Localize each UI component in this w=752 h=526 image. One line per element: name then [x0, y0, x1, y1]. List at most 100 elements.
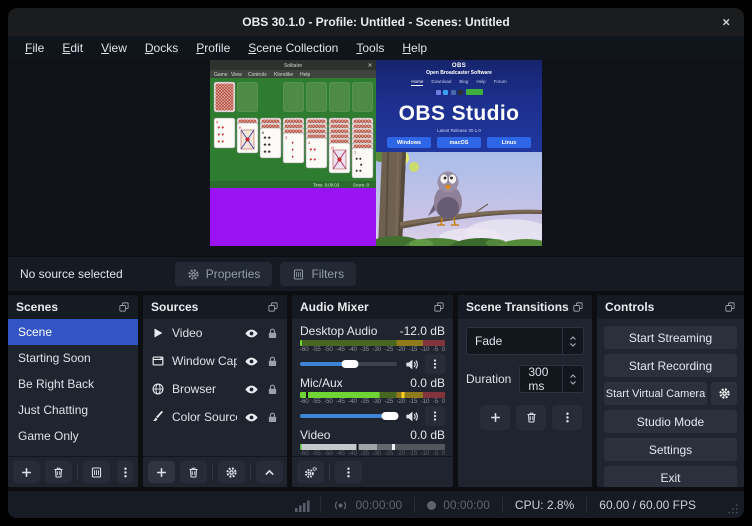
- popout-icon[interactable]: [433, 301, 445, 313]
- play-icon: [151, 326, 165, 340]
- stream-timer: 00:00:00: [321, 498, 414, 513]
- sources-panel: Sources Video Window CapturBrowserColor S…: [143, 295, 287, 487]
- duration-spinbox[interactable]: 300 ms: [519, 365, 584, 393]
- transition-menu-button[interactable]: [552, 405, 582, 430]
- settings-button[interactable]: Settings: [604, 438, 737, 461]
- menu-item-scene-collection[interactable]: Scene Collection: [239, 39, 347, 57]
- popout-icon[interactable]: [724, 301, 736, 313]
- speaker-icon[interactable]: [404, 409, 419, 424]
- record-timer: 00:00:00: [415, 498, 502, 512]
- remove-source-button[interactable]: [180, 461, 207, 483]
- slider-handle[interactable]: [382, 412, 399, 420]
- kebab-menu-icon: [119, 466, 132, 479]
- menu-item-profile[interactable]: Profile: [187, 39, 239, 57]
- solitaire-menu-view: View: [231, 72, 242, 78]
- social-icon-2: [443, 90, 448, 95]
- popout-icon[interactable]: [118, 301, 130, 313]
- filter-icon: [90, 466, 103, 479]
- preview-area[interactable]: Solitaire Game View Controls Klondike He…: [8, 59, 744, 256]
- remove-transition-button[interactable]: [516, 405, 546, 430]
- lock-icon[interactable]: [266, 327, 279, 340]
- properties-button[interactable]: Properties: [175, 262, 273, 286]
- remove-scene-button[interactable]: [45, 461, 72, 483]
- select-arrows[interactable]: [562, 328, 583, 354]
- virtual-camera-config-button[interactable]: [711, 382, 737, 405]
- eye-visibility-icon[interactable]: [244, 354, 259, 369]
- scene-item-game-only[interactable]: Game Only: [8, 423, 138, 449]
- studio-mode-button[interactable]: Studio Mode: [604, 410, 737, 433]
- solitaire-menu-game: Game: [214, 72, 228, 78]
- eye-visibility-icon[interactable]: [244, 382, 259, 397]
- scene-item-scene[interactable]: Scene: [8, 319, 138, 345]
- scene-item-just-chatting[interactable]: Just Chatting: [8, 397, 138, 423]
- menu-item-docks[interactable]: Docks: [136, 39, 187, 57]
- move-source-up-button[interactable]: [256, 461, 283, 483]
- source-item-browser[interactable]: Browser: [143, 375, 287, 403]
- exit-button[interactable]: Exit: [604, 466, 737, 487]
- scene-filters-button[interactable]: [83, 461, 110, 483]
- titlebar[interactable]: OBS 30.1.0 - Profile: Untitled - Scenes:…: [8, 8, 744, 36]
- start-streaming-button[interactable]: Start Streaming: [604, 326, 737, 349]
- scenes-header[interactable]: Scenes: [8, 295, 138, 319]
- start-recording-button[interactable]: Start Recording: [604, 354, 737, 377]
- solitaire-status-score: Score: 0: [353, 182, 370, 187]
- social-support-pill: [466, 89, 483, 95]
- menu-item-help[interactable]: Help: [393, 39, 436, 57]
- window-title: OBS 30.1.0 - Profile: Untitled - Scenes:…: [242, 15, 509, 29]
- spin-arrows[interactable]: [562, 366, 583, 392]
- resize-grip[interactable]: [727, 503, 739, 515]
- channel-menu-button[interactable]: [425, 354, 445, 374]
- filters-button[interactable]: Filters: [280, 262, 356, 286]
- controls-header[interactable]: Controls: [597, 295, 744, 319]
- record-time: 00:00:00: [443, 498, 490, 512]
- scene-item-starting-soon[interactable]: Starting Soon: [8, 345, 138, 371]
- eye-visibility-icon[interactable]: [244, 410, 259, 425]
- speaker-icon[interactable]: [404, 357, 419, 372]
- start-virtual-camera-button[interactable]: Start Virtual Camera: [604, 382, 707, 405]
- solitaire-menu-help: Help: [300, 72, 311, 78]
- lock-icon[interactable]: [266, 383, 279, 396]
- scenes-menu-button[interactable]: [117, 461, 133, 483]
- channel-menu-button[interactable]: [425, 406, 445, 426]
- no-source-selected-label: No source selected: [20, 267, 123, 281]
- mixer-menu-button[interactable]: [335, 461, 362, 483]
- source-properties-button[interactable]: [218, 461, 245, 483]
- lock-icon[interactable]: [266, 355, 279, 368]
- lock-icon[interactable]: [266, 411, 279, 424]
- close-button[interactable]: ×: [722, 16, 730, 29]
- add-scene-button[interactable]: [13, 461, 40, 483]
- source-item-window-captur[interactable]: Window Captur: [143, 347, 287, 375]
- scene-item-be-right-back[interactable]: Be Right Back: [8, 371, 138, 397]
- popout-icon[interactable]: [572, 301, 584, 313]
- transitions-header[interactable]: Scene Transitions: [458, 295, 592, 319]
- add-source-button[interactable]: [148, 461, 175, 483]
- source-label: Video: [172, 326, 237, 340]
- gear-icon: [718, 387, 731, 400]
- mixer-channel-mic-aux: Mic/Aux0.0 dB-60-55-50-45-40-35-30-25-20…: [300, 376, 445, 425]
- slider-handle[interactable]: [342, 360, 359, 368]
- divider: [212, 464, 213, 480]
- popout-icon[interactable]: [267, 301, 279, 313]
- advanced-audio-button[interactable]: [297, 461, 324, 483]
- divider: [77, 464, 78, 480]
- preview-canvas[interactable]: Solitaire Game View Controls Klondike He…: [210, 60, 542, 246]
- source-item-video[interactable]: Video: [143, 319, 287, 347]
- transition-select[interactable]: Fade: [466, 327, 584, 355]
- site-brand: OBS: [376, 63, 542, 69]
- volume-slider[interactable]: [300, 362, 397, 366]
- transitions-buttons: [466, 405, 584, 430]
- eye-visibility-icon[interactable]: [244, 326, 259, 341]
- channel-db-value: -12.0 dB: [400, 324, 445, 339]
- channel-name: Mic/Aux: [300, 376, 410, 391]
- add-transition-button[interactable]: [480, 405, 510, 430]
- mixer-header[interactable]: Audio Mixer: [292, 295, 453, 319]
- sources-header[interactable]: Sources: [143, 295, 287, 319]
- menu-item-view[interactable]: View: [92, 39, 136, 57]
- menu-item-file[interactable]: File: [16, 39, 53, 57]
- menu-item-edit[interactable]: Edit: [53, 39, 92, 57]
- social-icon-4: [458, 90, 463, 95]
- channel-db-value: 0.0 dB: [410, 376, 445, 391]
- volume-slider[interactable]: [300, 414, 397, 418]
- source-item-color-source[interactable]: Color Source: [143, 403, 287, 431]
- menu-item-tools[interactable]: Tools: [347, 39, 393, 57]
